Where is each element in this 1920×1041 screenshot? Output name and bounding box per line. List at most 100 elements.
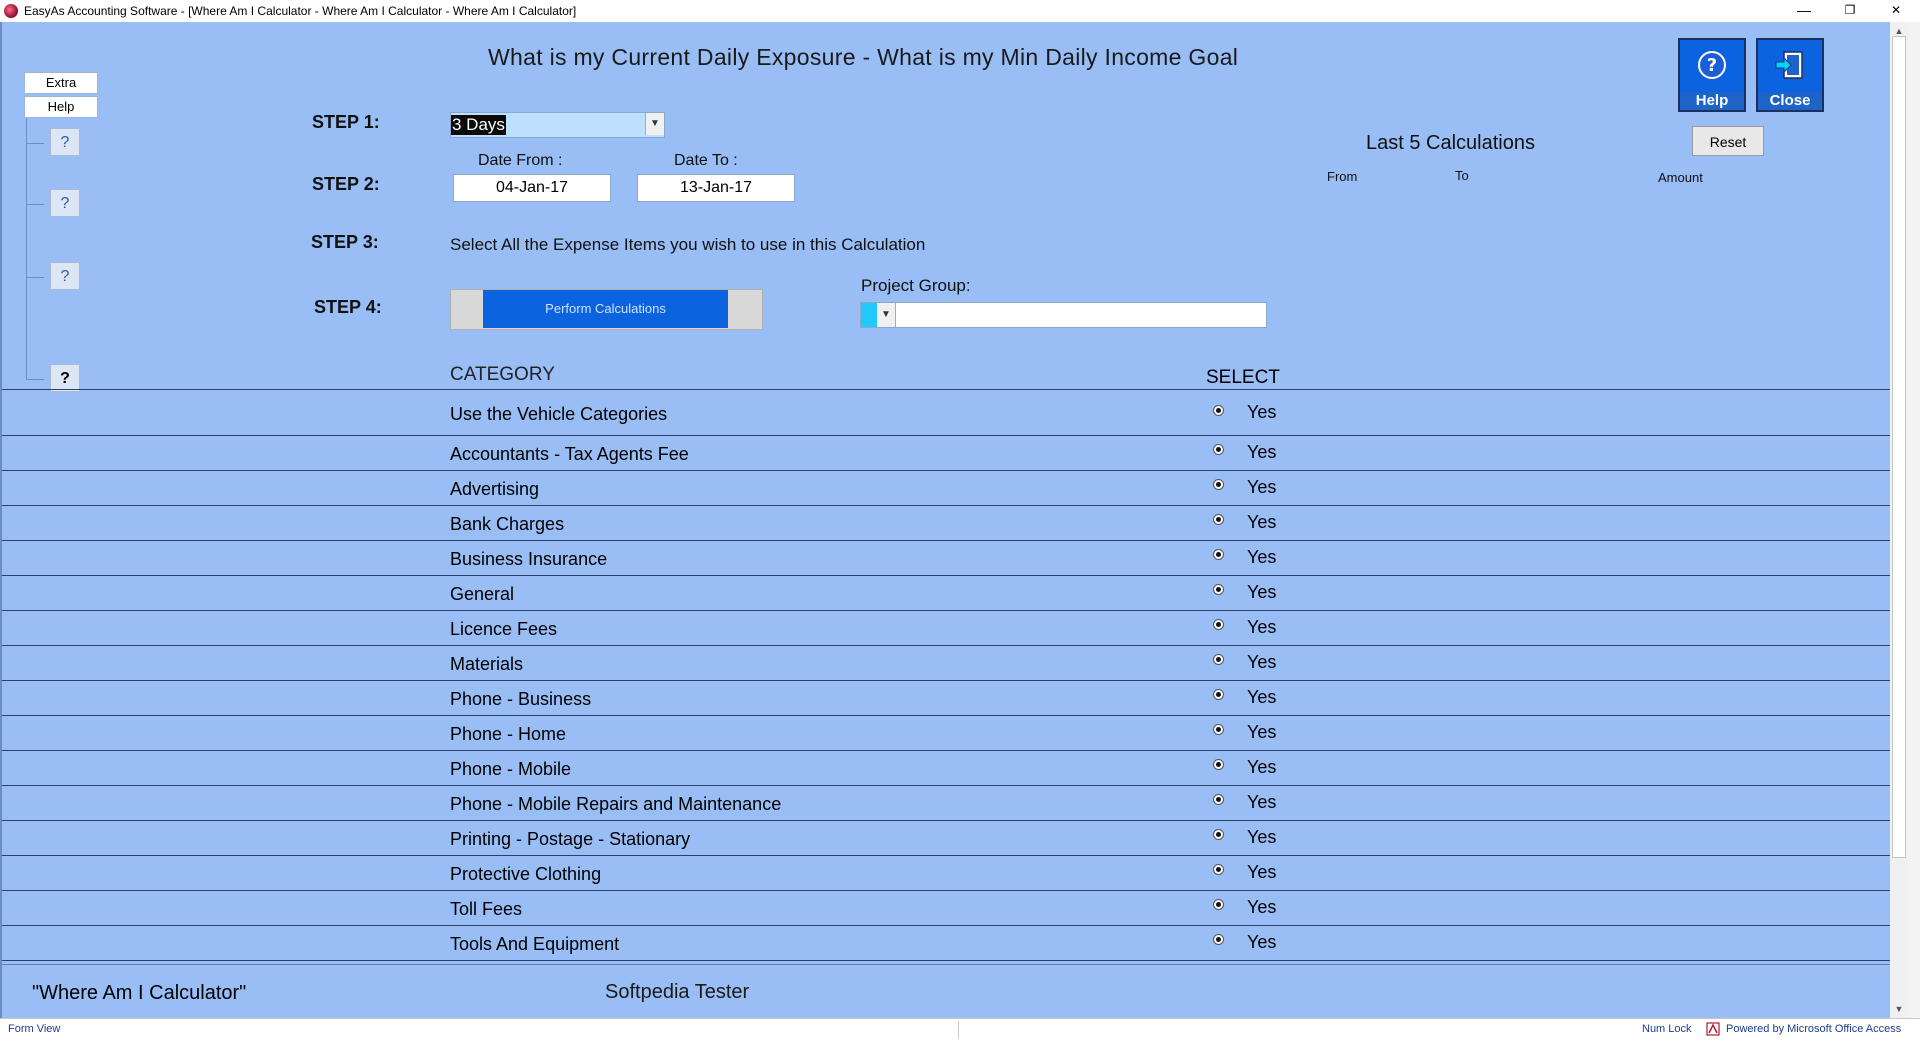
row-divider bbox=[2, 785, 1890, 786]
row-divider bbox=[2, 680, 1890, 681]
date-from-field[interactable]: 04-Jan-17 bbox=[453, 174, 611, 202]
select-radio[interactable] bbox=[1213, 584, 1224, 595]
tree-branch bbox=[26, 277, 44, 278]
last-calc-amount-header: Amount bbox=[1658, 170, 1703, 185]
row-divider bbox=[2, 964, 1890, 965]
select-yes-label: Yes bbox=[1247, 827, 1277, 847]
extra-button[interactable]: Extra bbox=[24, 72, 98, 94]
select-yes-label: Yes bbox=[1247, 617, 1277, 637]
row-divider bbox=[2, 925, 1890, 926]
category-label: Accountants - Tax Agents Fee bbox=[450, 444, 689, 464]
user-name-label: Softpedia Tester bbox=[605, 981, 750, 1003]
step2-label: STEP 2: bbox=[312, 174, 380, 194]
row-divider bbox=[2, 505, 1890, 506]
select-radio[interactable] bbox=[1213, 759, 1224, 770]
select-radio[interactable] bbox=[1213, 864, 1224, 875]
category-label: Phone - Home bbox=[450, 724, 567, 744]
row-divider bbox=[2, 435, 1890, 436]
select-yes-label: Yes bbox=[1247, 547, 1277, 567]
close-button-label: Close bbox=[1758, 92, 1822, 110]
vertical-scrollbar[interactable]: ▲ ▼ bbox=[1890, 22, 1908, 1018]
select-yes-label: Yes bbox=[1247, 512, 1277, 532]
row-divider bbox=[2, 389, 1890, 390]
tree-branch bbox=[26, 143, 44, 144]
row-divider bbox=[2, 715, 1890, 716]
help-button-label: Help bbox=[1680, 92, 1744, 110]
select-radio[interactable] bbox=[1213, 619, 1224, 630]
restore-button[interactable]: ❐ bbox=[1830, 0, 1870, 22]
select-radio[interactable] bbox=[1213, 899, 1224, 910]
question-button-3[interactable]: ? bbox=[50, 262, 80, 290]
select-column-header: SELECT bbox=[1206, 367, 1280, 388]
category-label: Protective Clothing bbox=[450, 864, 602, 884]
project-group-dropdown[interactable]: ▼ bbox=[860, 302, 1267, 328]
window-title: EasyAs Accounting Software - [Where Am I… bbox=[24, 4, 577, 18]
sidebar-help-button[interactable]: Help bbox=[24, 96, 98, 118]
numlock-status: Num Lock bbox=[1642, 1023, 1692, 1035]
scroll-thumb[interactable] bbox=[1892, 36, 1906, 858]
days-dropdown[interactable]: 3 Days ▼ bbox=[450, 112, 665, 138]
date-to-field[interactable]: 13-Jan-17 bbox=[637, 174, 795, 202]
project-group-label: Project Group: bbox=[861, 276, 971, 295]
question-button-2[interactable]: ? bbox=[50, 189, 80, 217]
access-icon bbox=[1706, 1022, 1720, 1036]
project-group-indicator bbox=[861, 303, 877, 327]
app-icon bbox=[4, 4, 18, 18]
scroll-down-icon[interactable]: ▼ bbox=[1890, 1000, 1908, 1018]
step3-label: STEP 3: bbox=[311, 232, 379, 252]
select-radio[interactable] bbox=[1213, 829, 1224, 840]
title-bar: EasyAs Accounting Software - [Where Am I… bbox=[0, 0, 1920, 22]
page-title: What is my Current Daily Exposure - What… bbox=[488, 44, 1239, 70]
powered-by-label: Powered by Microsoft Office Access bbox=[1726, 1023, 1902, 1035]
select-radio[interactable] bbox=[1213, 689, 1224, 700]
category-label: Printing - Postage - Stationary bbox=[450, 829, 691, 849]
window-close-button[interactable]: ✕ bbox=[1876, 0, 1916, 22]
select-yes-label: Yes bbox=[1247, 932, 1277, 952]
select-radio[interactable] bbox=[1213, 514, 1224, 525]
minimize-button[interactable]: — bbox=[1784, 0, 1824, 22]
select-yes-label: Yes bbox=[1247, 757, 1277, 777]
category-label: General bbox=[450, 584, 515, 604]
category-label: Materials bbox=[450, 654, 524, 674]
question-button-1[interactable]: ? bbox=[50, 128, 80, 156]
select-radio[interactable] bbox=[1213, 479, 1224, 490]
question-button-4[interactable]: ? bbox=[50, 364, 80, 392]
select-radio[interactable] bbox=[1213, 444, 1224, 455]
tree-branch bbox=[26, 204, 44, 205]
perform-calculations-button[interactable]: Perform Calculations bbox=[483, 290, 728, 328]
select-radio[interactable] bbox=[1213, 549, 1224, 560]
select-yes-label: Yes bbox=[1247, 652, 1277, 672]
exit-door-icon bbox=[1758, 40, 1822, 90]
select-radio[interactable] bbox=[1213, 724, 1224, 735]
status-divider bbox=[958, 1021, 959, 1039]
tree-line bbox=[26, 118, 27, 380]
select-yes-label: Yes bbox=[1247, 477, 1277, 497]
window-edge bbox=[1908, 22, 1920, 1018]
row-divider bbox=[2, 540, 1890, 541]
select-yes-label: Yes bbox=[1247, 442, 1277, 462]
help-button[interactable]: ? Help bbox=[1678, 38, 1746, 112]
select-radio[interactable] bbox=[1213, 794, 1224, 805]
row-divider bbox=[2, 470, 1890, 471]
date-from-label: Date From : bbox=[478, 152, 563, 169]
category-label: Phone - Mobile bbox=[450, 759, 572, 779]
select-radio[interactable] bbox=[1213, 405, 1224, 416]
row-divider bbox=[2, 820, 1890, 821]
select-yes-label: Yes bbox=[1247, 722, 1277, 742]
row-divider bbox=[2, 645, 1890, 646]
step4-label: STEP 4: bbox=[314, 297, 382, 317]
last-calculations-title: Last 5 Calculations bbox=[1366, 132, 1535, 154]
chevron-down-icon[interactable]: ▼ bbox=[877, 303, 896, 327]
row-divider bbox=[2, 750, 1890, 751]
chevron-down-icon[interactable]: ▼ bbox=[645, 113, 664, 135]
select-radio[interactable] bbox=[1213, 654, 1224, 665]
select-radio[interactable] bbox=[1213, 934, 1224, 945]
category-label: Phone - Business bbox=[450, 689, 592, 709]
select-yes-label: Yes bbox=[1247, 687, 1277, 707]
close-button[interactable]: Close bbox=[1756, 38, 1824, 112]
reset-button[interactable]: Reset bbox=[1692, 126, 1764, 156]
select-yes-label: Yes bbox=[1247, 582, 1277, 602]
view-status: Form View bbox=[8, 1023, 61, 1035]
category-label: Advertising bbox=[450, 479, 540, 499]
row-divider bbox=[2, 960, 1890, 961]
